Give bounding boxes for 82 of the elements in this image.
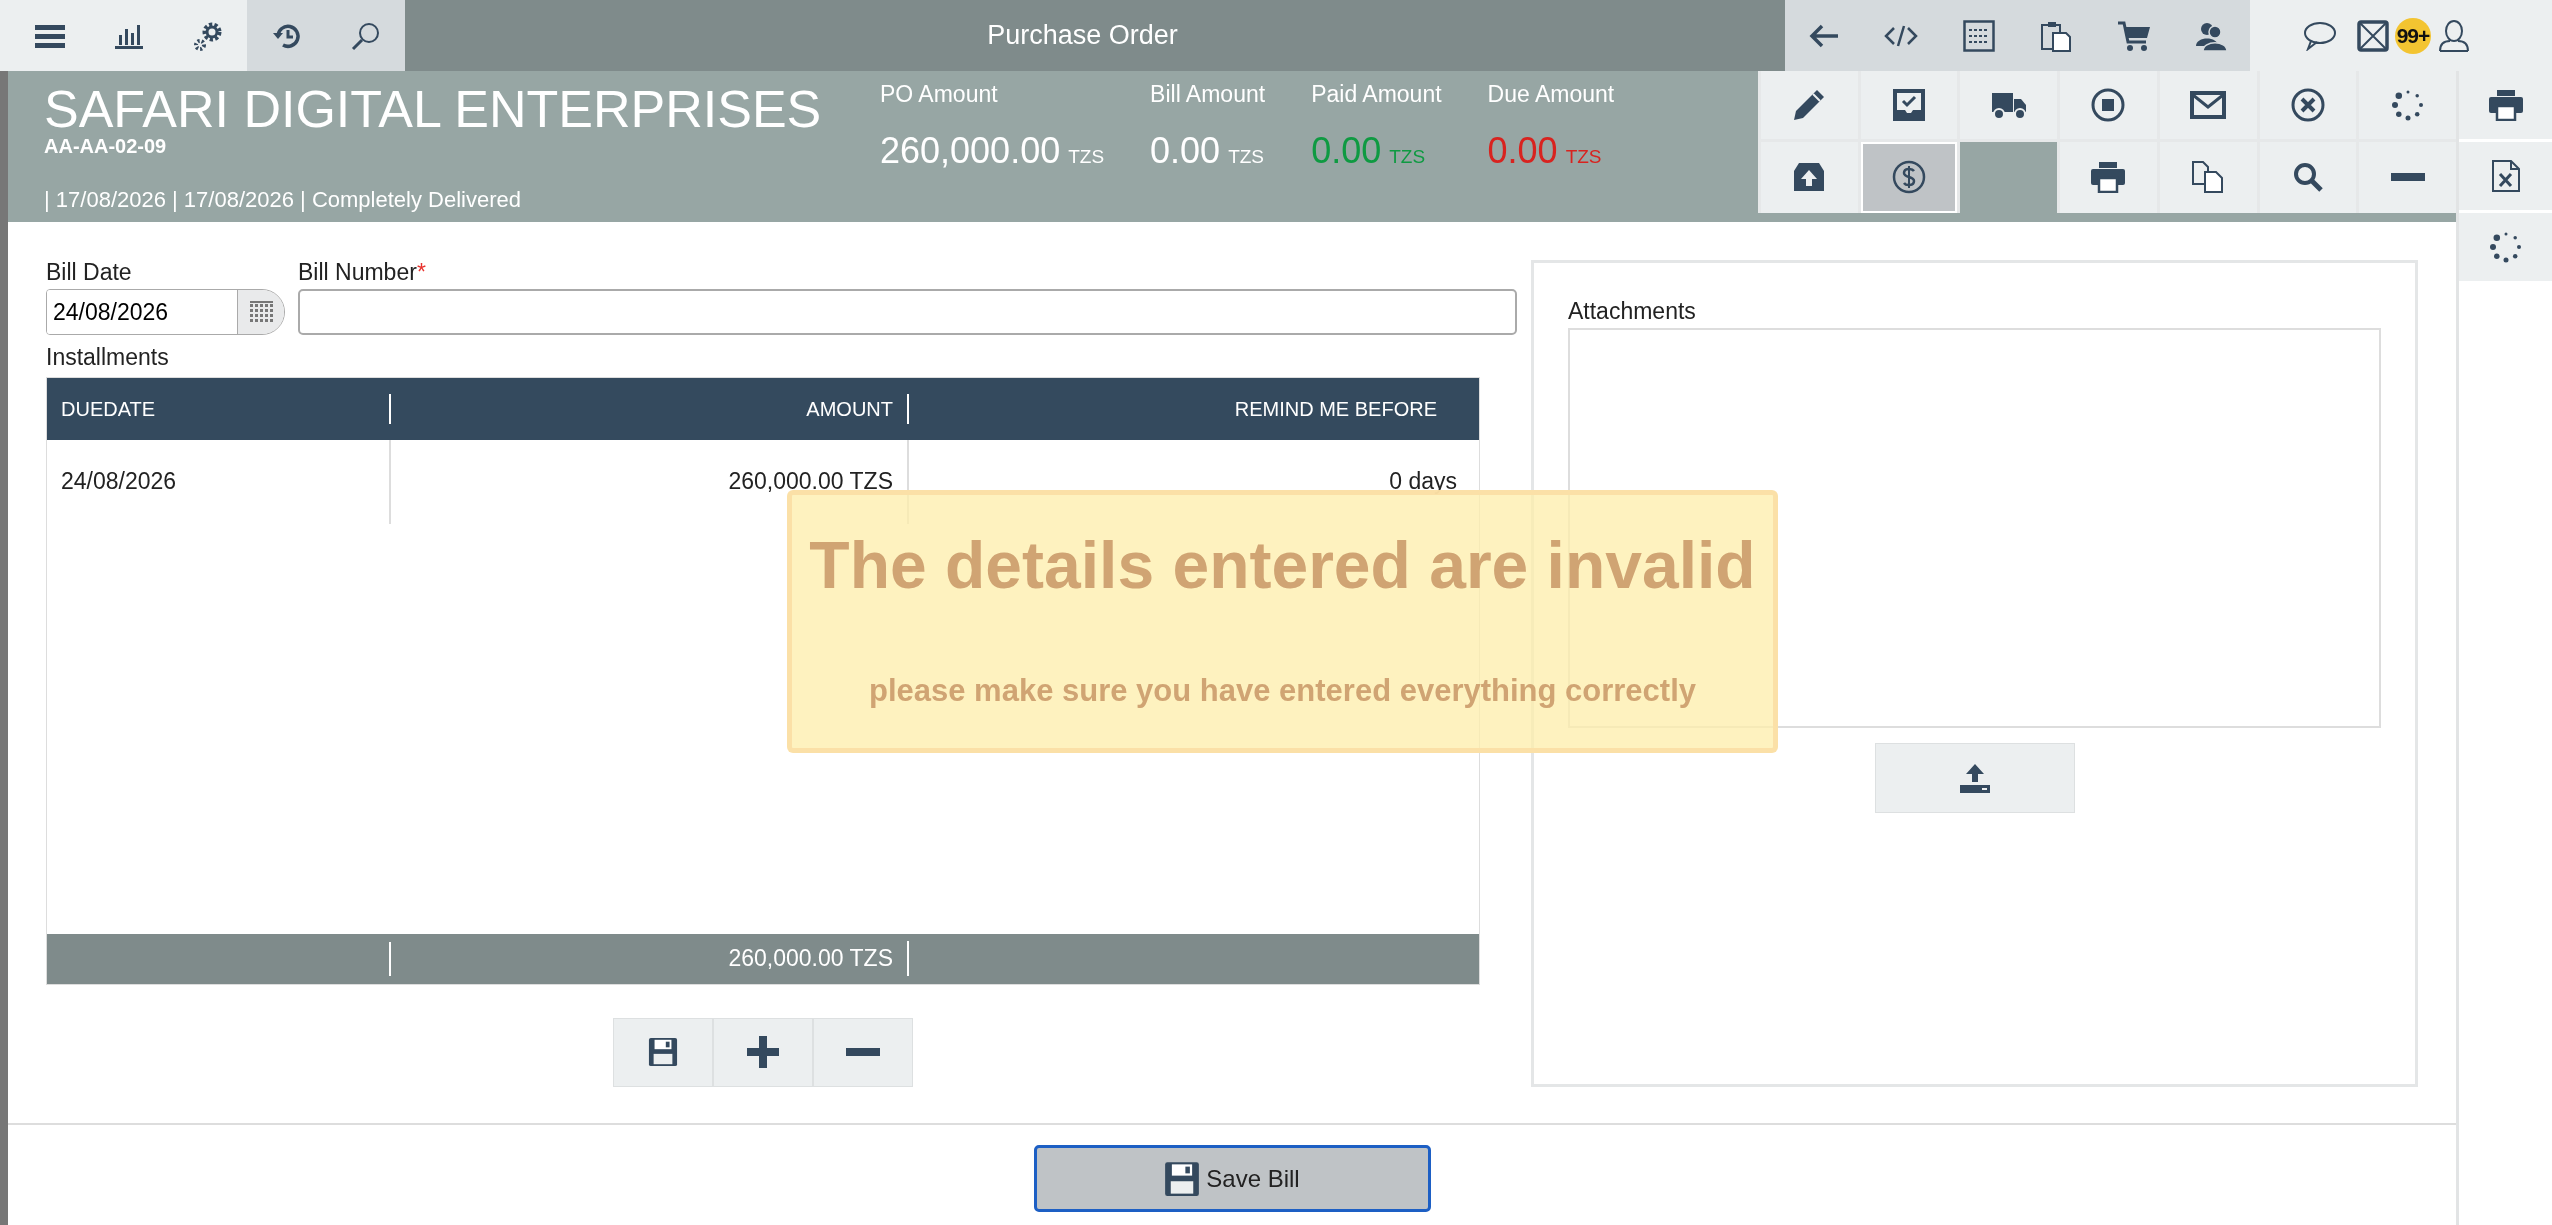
spinner-icon [2488, 230, 2523, 264]
required-mark: * [416, 259, 426, 285]
mail-icon [2356, 19, 2389, 52]
keyboard-icon [1962, 19, 1995, 52]
bar-chart-icon [113, 22, 144, 49]
amount-label: Due Amount [1487, 80, 1615, 109]
code-icon [1884, 23, 1919, 48]
envelope-icon [2190, 90, 2227, 119]
clipboard-icon [2040, 19, 2073, 52]
calendar-button[interactable] [237, 290, 284, 335]
save-row-button[interactable] [613, 1017, 713, 1087]
amount-label: Bill Amount [1150, 80, 1266, 109]
section-label: Attachments [1568, 299, 1697, 325]
archive-upload-icon [1792, 161, 1827, 194]
table-cell: 0 days [1389, 468, 1457, 495]
save-icon [1164, 1160, 1201, 1197]
approve-button[interactable] [1860, 71, 1958, 139]
user-icon [2437, 19, 2470, 52]
field-label: Bill Date [46, 260, 133, 286]
menu-icon [34, 23, 65, 48]
amount-label: PO Amount [880, 80, 999, 109]
arrow-left-icon [1807, 22, 1840, 49]
column-header: DUEDATE [61, 397, 156, 420]
spreadsheet-icon [2490, 159, 2521, 193]
stop-icon [2091, 87, 2126, 122]
upload-icon [1957, 762, 1992, 795]
column-header: AMOUNT [806, 397, 893, 420]
window-title: Purchase Order [987, 19, 1178, 53]
minus-icon [846, 1047, 880, 1058]
field-label: Bill Number [298, 259, 417, 285]
dollar-icon [1892, 160, 1927, 195]
inbox-check-icon [1892, 87, 1927, 122]
amount-label: Paid Amount [1311, 80, 1442, 109]
printer-icon [2487, 89, 2524, 121]
stop-button[interactable] [2060, 71, 2157, 139]
export-button[interactable] [2459, 142, 2552, 210]
edit-button[interactable] [1761, 71, 1858, 139]
order-info: | 17/08/2026 | 17/08/2026 | Completely Delivered [44, 186, 522, 214]
email-button[interactable] [2159, 71, 2257, 139]
table-cell-text: 24/08/2026 [61, 467, 177, 497]
total-amount: 260,000.00 TZS [728, 945, 893, 972]
history-button[interactable] [247, 0, 326, 71]
payment-button[interactable] [1860, 141, 1958, 213]
notification-count: 99+ [2395, 17, 2431, 54]
plus-icon [746, 1035, 780, 1070]
amount-value: 0.00 TZS [1487, 128, 1603, 173]
search-button[interactable] [326, 0, 405, 71]
date-field[interactable]: 24/08/2026 [46, 289, 285, 336]
alert-message: please make sure you have entered everything correctly [867, 671, 1698, 710]
add-row-button[interactable] [713, 1017, 813, 1087]
cart-icon [2116, 19, 2151, 52]
order-code: AA-AA-02-09 [44, 135, 168, 157]
save-icon [648, 1037, 678, 1068]
amount-value: 260,000.00 TZS [880, 128, 1105, 173]
save-bill-button[interactable]: Save Bill [1033, 1145, 1431, 1212]
cancel-button[interactable] [2259, 71, 2357, 139]
search-icon [2291, 161, 2324, 194]
pencil-icon [1792, 87, 1827, 122]
alert-title: The details entered are invalid [808, 529, 1757, 602]
amount-value: 0.00 TZS [1311, 128, 1427, 173]
calendar-icon [249, 300, 273, 324]
delivery-button[interactable] [1960, 71, 2058, 139]
copy-icon [2191, 160, 2226, 195]
chat-icon [2303, 20, 2337, 51]
upload-button[interactable] [1874, 743, 2075, 814]
company-name: SAFARI DIGITAL ENTERPRISES [44, 83, 823, 135]
archive-button[interactable] [1761, 141, 1858, 213]
print-button[interactable] [2459, 71, 2552, 139]
copy-button[interactable] [2159, 141, 2257, 213]
remove-button[interactable] [2359, 141, 2456, 213]
amount-value: 0.00 TZS [1150, 128, 1266, 173]
loading-button[interactable] [2459, 213, 2552, 281]
close-icon [2290, 87, 2325, 122]
minus-icon [2390, 172, 2425, 183]
print-button[interactable] [2060, 141, 2157, 213]
column-header: REMIND ME BEFORE [1234, 397, 1437, 420]
bill-number-field[interactable] [298, 289, 1517, 336]
section-label: Installments [46, 345, 170, 371]
table-cell-text: 260,000.00 TZS [728, 467, 893, 497]
printer-icon [2090, 161, 2127, 194]
remove-row-button[interactable] [813, 1017, 913, 1087]
search-button[interactable] [2259, 141, 2357, 213]
